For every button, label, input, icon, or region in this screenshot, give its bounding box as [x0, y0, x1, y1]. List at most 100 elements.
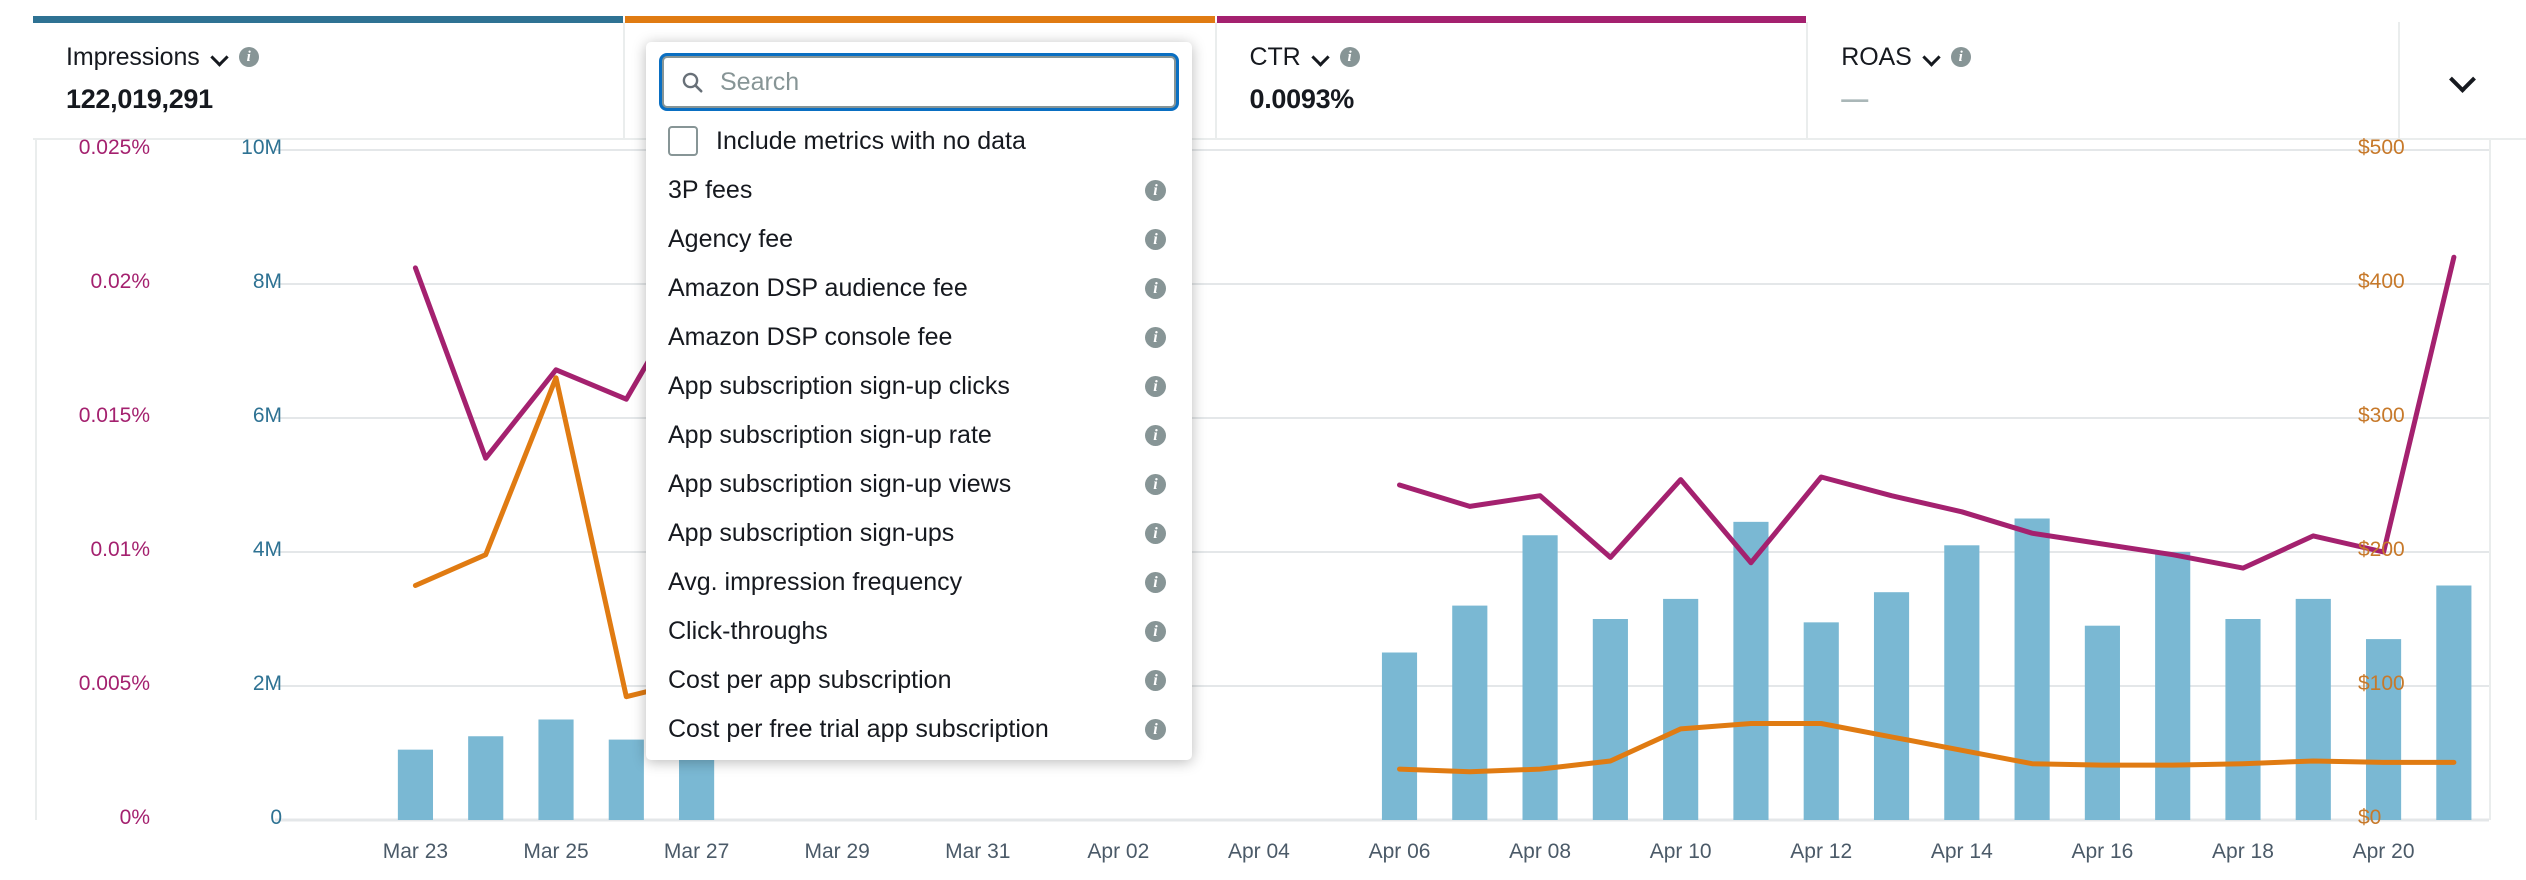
y-axis-tick-label: 10M	[241, 136, 282, 159]
metric-card-title: Impressions	[66, 42, 200, 71]
x-axis-tick-label: Apr 18	[2212, 840, 2274, 863]
x-axis-tick-label: Apr 16	[2071, 840, 2134, 863]
y-axis-tick-label: $0	[2358, 806, 2382, 829]
chart-plot	[275, 149, 2489, 822]
search-icon	[682, 72, 703, 93]
x-axis-tick-label: Mar 29	[804, 840, 870, 863]
search-input[interactable]	[718, 66, 1158, 98]
expand-metric-cards-button[interactable]	[2400, 22, 2526, 140]
chart-bar	[2295, 598, 2331, 820]
info-icon[interactable]: i	[1145, 425, 1166, 446]
info-icon[interactable]: i	[1950, 47, 1971, 67]
info-icon[interactable]: i	[1145, 719, 1166, 740]
chart-bar	[1452, 605, 1488, 820]
x-axis-tick-label: Mar 27	[663, 840, 730, 863]
x-axis-tick-label: Apr 20	[2352, 840, 2415, 863]
include-no-data-row[interactable]: Include metrics with no data	[646, 118, 1192, 166]
chart-bar	[538, 719, 574, 820]
chevron-down-icon	[2450, 67, 2476, 93]
metric-card-accent-bar	[1216, 16, 1807, 23]
x-axis-tick-label: Apr 08	[1509, 840, 1572, 863]
info-icon[interactable]: i	[1339, 47, 1360, 67]
metric-option[interactable]: Agency fee i	[646, 215, 1192, 264]
x-axis-tick-label: Apr 12	[1790, 840, 1853, 863]
info-icon[interactable]: i	[1145, 376, 1166, 397]
search-box[interactable]	[662, 56, 1176, 108]
metric-option[interactable]: Cost per app subscription i	[646, 656, 1192, 705]
chevron-down-icon[interactable]	[211, 49, 228, 66]
metric-option[interactable]: App subscription sign-up views i	[646, 460, 1192, 509]
chart-bar	[1873, 592, 1910, 820]
metric-option[interactable]: Click-throughs i	[646, 607, 1192, 656]
metric-picker-dropdown[interactable]: Include metrics with no data 3P feesiAge…	[646, 42, 1192, 760]
y-axis-tick-label: 2M	[252, 672, 282, 695]
include-no-data-label: Include metrics with no data	[716, 126, 1026, 155]
metric-option-label: Agency fee	[668, 225, 794, 253]
info-icon[interactable]: i	[1145, 474, 1166, 495]
info-icon[interactable]: i	[1145, 180, 1166, 201]
metric-card[interactable]: CTR i 0.0093%	[1216, 16, 1809, 140]
chart-bar	[2225, 619, 2261, 820]
info-icon[interactable]: i	[1145, 621, 1166, 642]
metric-card-header: ROAS i	[1841, 43, 2398, 71]
chart-bar	[468, 736, 504, 820]
metric-option[interactable]: Cost per free trial app subscription i	[646, 705, 1192, 754]
metric-card-accent-bar	[624, 16, 1215, 23]
x-axis-tick-label: Apr 06	[1368, 840, 1431, 863]
metric-card-accent-bar	[33, 16, 623, 23]
metric-option-label: Click-throughs	[668, 617, 828, 645]
metric-option-label: App subscription sign-up views	[668, 470, 1012, 498]
metric-option-list: 3P fees i Agency fee i Amazon DSP audience f…	[646, 166, 1192, 754]
metric-option[interactable]: Amazon DSP console fee i	[646, 313, 1192, 362]
info-icon[interactable]: i	[1145, 523, 1166, 544]
x-axis-tick-label: Apr 04	[1227, 840, 1290, 863]
chart-bar	[1592, 619, 1628, 820]
chart-bar	[1663, 598, 1699, 820]
metric-option-label: Amazon DSP console fee	[668, 323, 953, 351]
metric-option[interactable]: 3P fees i	[646, 166, 1192, 215]
metric-card-header: CTR i	[1249, 42, 1807, 71]
metrics-dashboard: Impressions i 122,019,291 CTR i 0.0093% ROAS i —…	[0, 0, 2526, 880]
chart-bar	[608, 739, 644, 820]
search-container	[646, 42, 1192, 118]
chart-bar	[1522, 535, 1558, 820]
chart-bar	[2436, 585, 2472, 820]
metric-option[interactable]: Avg. impression frequency i	[646, 558, 1192, 607]
metric-card[interactable]: ROAS i —	[1808, 22, 2400, 140]
metric-option-label: Cost per free trial app subscription	[668, 715, 1049, 743]
y-axis-tick-label: $200	[2358, 538, 2405, 561]
metric-option[interactable]: App subscription sign-up rate i	[646, 411, 1192, 460]
y-axis-tick-label: $500	[2358, 136, 2405, 159]
chart-bar	[2084, 625, 2120, 820]
info-icon[interactable]: i	[1145, 278, 1166, 299]
chevron-down-icon[interactable]	[1923, 49, 1940, 66]
metric-card-value: —	[1841, 84, 1868, 114]
metric-option[interactable]: Amazon DSP audience fee i	[646, 264, 1192, 313]
metric-cards-strip: Impressions i 122,019,291 CTR i 0.0093% ROAS i —	[0, 0, 2526, 140]
x-axis-tick-label: Mar 31	[945, 840, 1011, 863]
y-axis-tick-label: $100	[2358, 672, 2405, 695]
metric-card[interactable]: Impressions i 122,019,291	[33, 16, 625, 140]
metric-card-title: CTR	[1249, 42, 1301, 71]
metric-option-label: Avg. impression frequency	[668, 568, 963, 596]
info-icon[interactable]: i	[1145, 229, 1166, 250]
metric-option[interactable]: App subscription sign-ups i	[646, 509, 1192, 558]
metric-option-label: App subscription sign-up rate	[668, 421, 992, 449]
info-icon[interactable]: i	[1145, 572, 1166, 593]
include-no-data-checkbox[interactable]	[668, 126, 698, 156]
info-icon[interactable]: i	[238, 47, 259, 67]
chart-bar	[1381, 652, 1418, 820]
info-icon[interactable]: i	[1145, 327, 1166, 348]
info-icon[interactable]: i	[1145, 670, 1166, 691]
metric-card-header: Impressions i	[66, 42, 623, 71]
metric-option-label: App subscription sign-ups	[668, 519, 955, 547]
chevron-down-icon[interactable]	[1312, 49, 1329, 66]
metric-option-label: 3P fees	[668, 176, 753, 204]
chart-bar	[1944, 545, 1980, 820]
metric-option-label: Amazon DSP audience fee	[668, 274, 968, 302]
metric-option[interactable]: App subscription sign-up clicks i	[646, 362, 1192, 411]
chart-bar	[2155, 552, 2191, 820]
metrics-chart: 0% 0.005% 0.01% 0.015% 0.02% 0.025% 0 2M 4M 6M 8M 1…	[0, 136, 2526, 880]
metric-card-value: 0.0093%	[1249, 84, 1355, 114]
x-axis-tick-label: Mar 23	[382, 840, 449, 863]
